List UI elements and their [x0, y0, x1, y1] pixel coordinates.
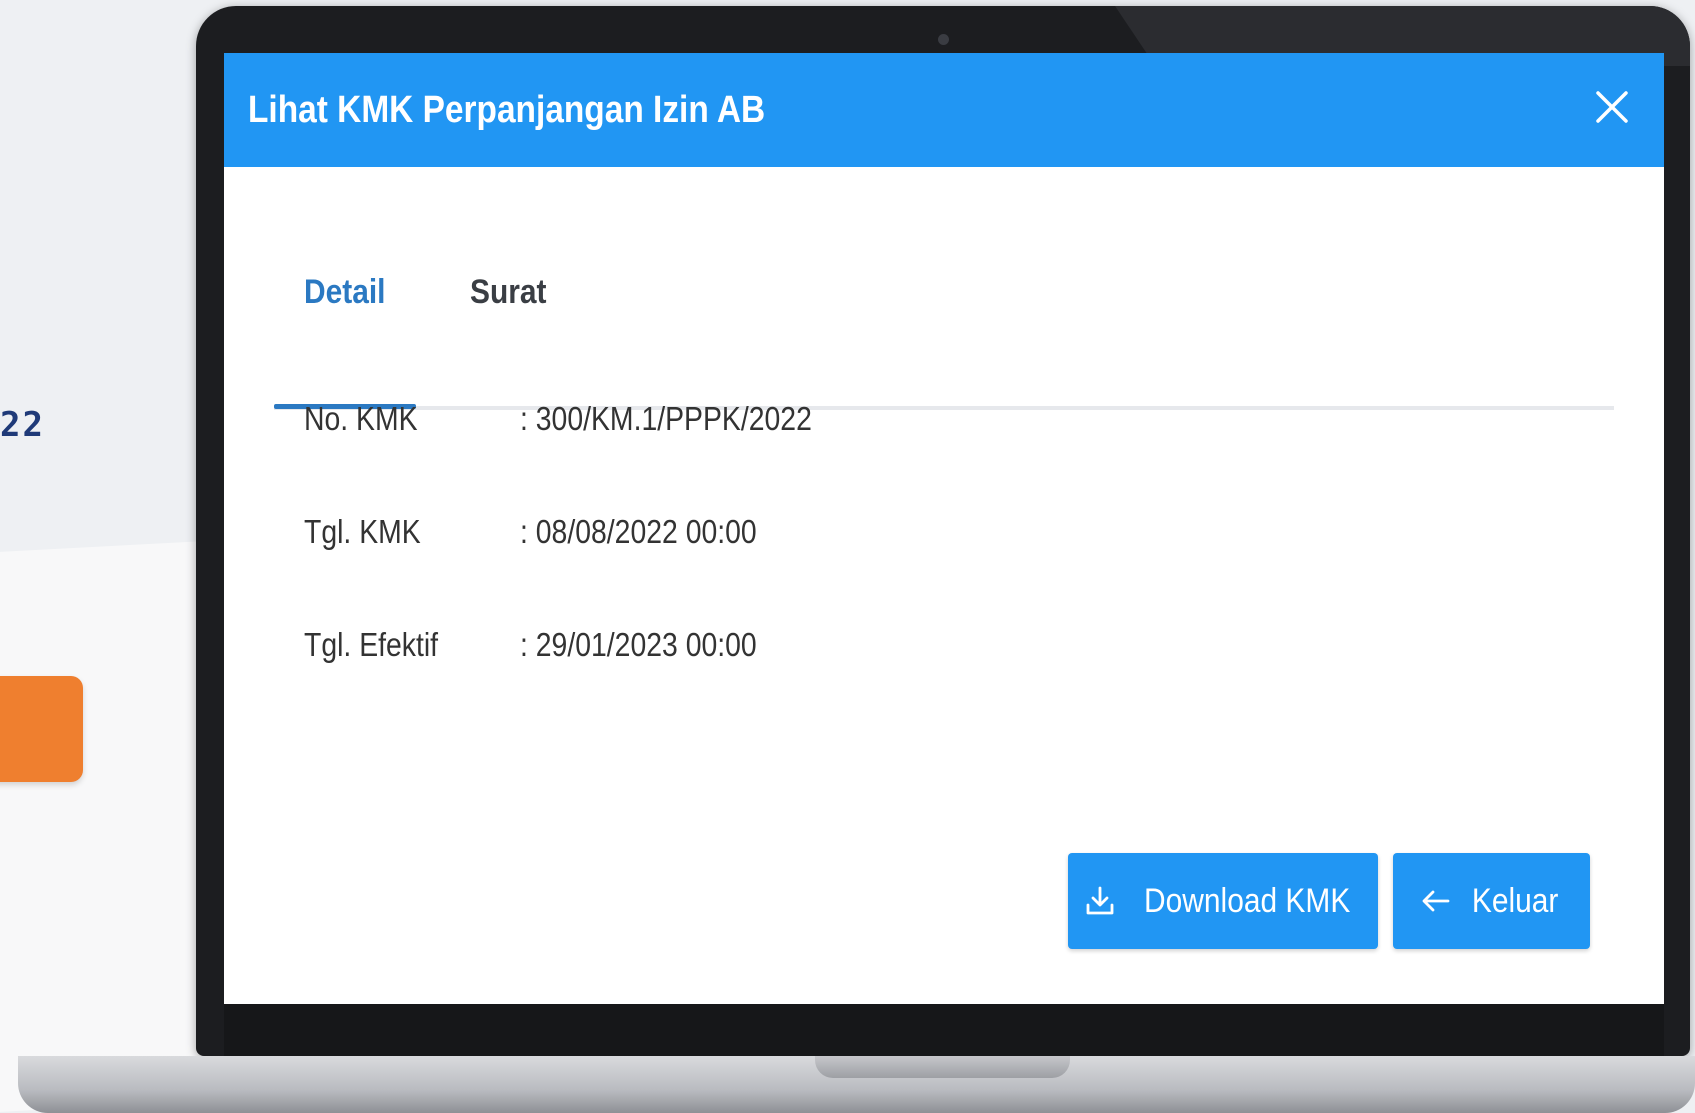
download-icon: [1086, 886, 1114, 915]
field-label: No. KMK: [304, 400, 418, 437]
modal-header: Lihat KMK Perpanjangan Izin AB: [224, 53, 1664, 167]
field-value: : 08/08/2022 00:00: [520, 513, 757, 550]
keluar-button[interactable]: Keluar: [1393, 853, 1590, 949]
download-kmk-button[interactable]: Download KMK: [1068, 853, 1378, 949]
close-icon[interactable]: [1588, 83, 1636, 131]
modal-title: Lihat KMK Perpanjangan Izin AB: [248, 89, 766, 131]
keluar-label: Keluar: [1472, 881, 1559, 920]
download-kmk-label: Download KMK: [1143, 881, 1351, 920]
field-value: : 29/01/2023 00:00: [520, 626, 757, 663]
laptop-bezel-bottom: [224, 1004, 1664, 1056]
background-orange-button: [0, 676, 83, 782]
laptop-screen: Lihat KMK Perpanjangan Izin AB Detail Su…: [224, 53, 1664, 1004]
arrow-left-icon: [1422, 890, 1450, 912]
camera-icon: [938, 34, 949, 45]
background-partial-text: 22: [0, 405, 45, 445]
field-label: Tgl. KMK: [304, 513, 421, 550]
field-value: : 300/KM.1/PPPK/2022: [520, 400, 812, 437]
tab-surat[interactable]: Surat: [470, 248, 546, 336]
tab-detail[interactable]: Detail: [304, 248, 385, 336]
tab-bar: Detail Surat: [274, 273, 1614, 410]
tab-bar-divider: [274, 406, 1614, 410]
field-label: Tgl. Efektif: [304, 626, 439, 663]
laptop-notch: [815, 1056, 1070, 1078]
